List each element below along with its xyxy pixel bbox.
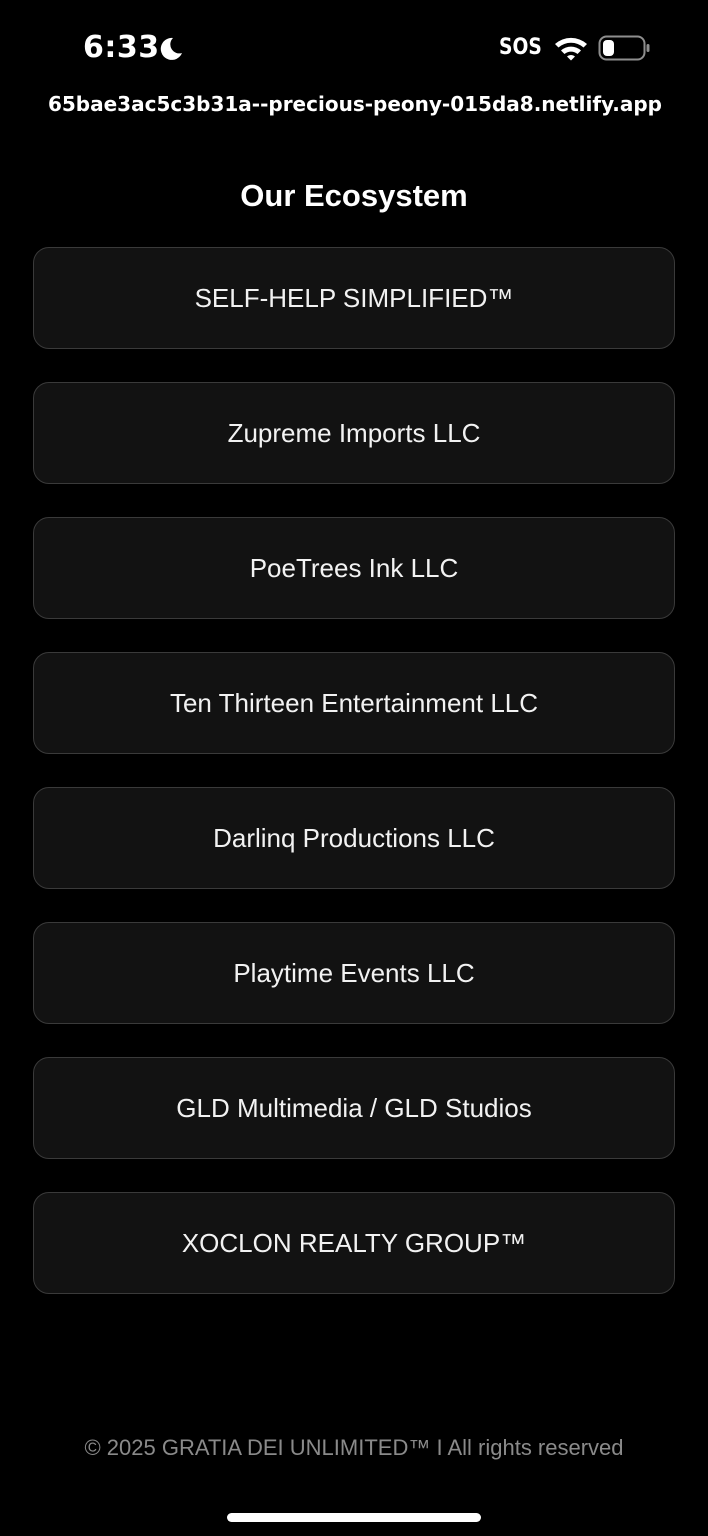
battery-icon [598, 35, 650, 61]
ecosystem-link-ten-thirteen[interactable]: Ten Thirteen Entertainment LLC [33, 652, 675, 754]
sos-indicator: SOS [499, 35, 542, 60]
ecosystem-list: SELF-HELP SIMPLIFIED™ Zupreme Imports LL… [33, 247, 675, 1327]
browser-url[interactable]: 65bae3ac5c3b31a--precious-peony-015da8.n… [48, 88, 662, 120]
home-indicator[interactable] [227, 1513, 481, 1522]
ecosystem-link-xoclon-realty[interactable]: XOCLON REALTY GROUP™ [33, 1192, 675, 1294]
moon-icon [160, 37, 182, 60]
browser-url-bar[interactable]: 65bae3ac5c3b31a--precious-peony-015da8.n… [0, 84, 708, 124]
ecosystem-link-zupreme-imports[interactable]: Zupreme Imports LLC [33, 382, 675, 484]
ecosystem-link-label: XOCLON REALTY GROUP™ [181, 1227, 527, 1258]
status-bar: 6:33 SOS [0, 0, 708, 96]
ecosystem-link-label: Ten Thirteen Entertainment LLC [169, 687, 539, 718]
ecosystem-link-darlinq-productions[interactable]: Darlinq Productions LLC [33, 787, 675, 889]
ecosystem-link-label: Playtime Events LLC [233, 957, 475, 988]
ecosystem-link-label: PoeTrees Ink LLC [249, 552, 459, 583]
ecosystem-link-label: Darlinq Productions LLC [213, 822, 495, 853]
wifi-icon [555, 37, 587, 61]
ecosystem-link-self-help-simplified[interactable]: SELF-HELP SIMPLIFIED™ [33, 247, 675, 349]
footer-copyright: © 2025 GRATIA DEI UNLIMITED™ I All right… [84, 1435, 624, 1460]
ecosystem-link-playtime-events[interactable]: Playtime Events LLC [33, 922, 675, 1024]
ecosystem-link-gld-multimedia[interactable]: GLD Multimedia / GLD Studios [33, 1057, 675, 1159]
ecosystem-link-poetrees-ink[interactable]: PoeTrees Ink LLC [33, 517, 675, 619]
ecosystem-link-label: Zupreme Imports LLC [227, 417, 481, 448]
ecosystem-link-label: GLD Multimedia / GLD Studios [176, 1092, 532, 1123]
ecosystem-link-label: SELF-HELP SIMPLIFIED™ [194, 282, 514, 313]
status-time: 6:33 [83, 30, 160, 65]
page-title: Our Ecosystem [240, 178, 468, 213]
